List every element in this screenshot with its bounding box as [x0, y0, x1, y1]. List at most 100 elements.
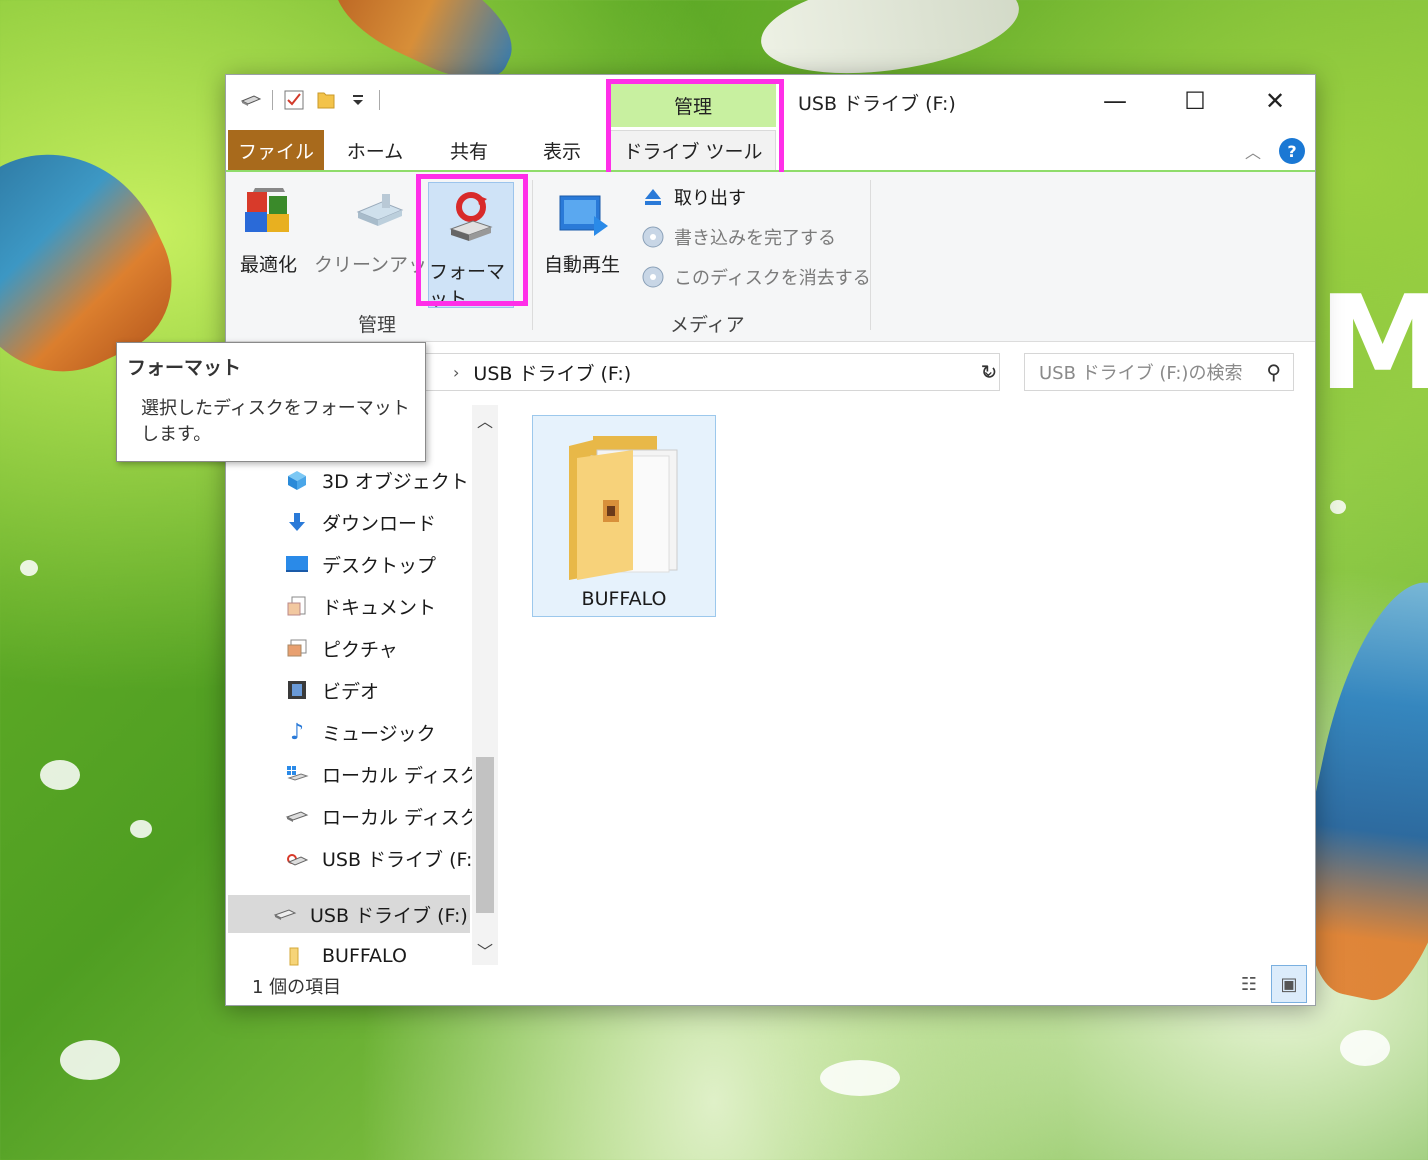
nav-label: ピクチャ [322, 638, 398, 661]
water-splash-decoration [60, 1040, 120, 1080]
water-splash-decoration [1330, 500, 1346, 514]
explorer-window: 管理 USB ドライブ (F:) — ☐ ✕ ファイル ホーム 共有 表示 ドラ… [225, 74, 1316, 1006]
folder-icon [569, 436, 685, 580]
desktop-icon [284, 551, 310, 577]
new-folder-icon[interactable] [315, 89, 337, 111]
status-item-count: 1 個の項目 [252, 977, 342, 998]
nav-scrollbar[interactable]: ︿ ﹀ [472, 405, 498, 965]
autoplay-icon [554, 182, 610, 242]
nav-item-local-disk-c[interactable]: ローカル ディスク (C [284, 755, 474, 793]
highlight-format [416, 174, 528, 306]
close-button[interactable]: ✕ [1235, 75, 1315, 127]
search-input[interactable]: USB ドライブ (F:)の検索 ⚲ [1024, 353, 1294, 391]
eject-label: 取り出す [674, 188, 746, 209]
video-icon [284, 677, 310, 703]
download-arrow-icon [284, 509, 310, 535]
cleanup-icon [352, 182, 408, 242]
nav-item-usb-drive-selected[interactable]: USB ドライブ (F:) [228, 895, 470, 933]
ribbon-group-separator [532, 180, 533, 330]
ribbon-group-separator [870, 180, 871, 330]
properties-check-icon[interactable] [283, 89, 305, 111]
optimize-button[interactable]: 最適化 [240, 182, 297, 277]
tab-share[interactable]: 共有 [426, 130, 512, 170]
maximize-button[interactable]: ☐ [1155, 75, 1235, 127]
optimize-icon [241, 182, 297, 242]
customize-dropdown-icon[interactable] [347, 89, 369, 111]
nav-label: USB ドライブ (F:) [310, 904, 468, 927]
document-icon [284, 593, 310, 619]
nav-label: ミュージック [322, 722, 436, 745]
nav-label: デスクトップ [322, 554, 437, 577]
nav-label: ダウンロード [322, 512, 437, 535]
nav-item-videos[interactable]: ビデオ [284, 671, 474, 709]
tab-file[interactable]: ファイル [228, 130, 324, 170]
erase-disc-button[interactable]: このディスクを消去する [640, 264, 871, 290]
highlight-drive-tools [606, 79, 784, 181]
nav-item-usb-drive[interactable]: USB ドライブ (F:) [284, 839, 474, 877]
view-switcher: ☷ ▣ [1231, 965, 1307, 1003]
music-note-icon: ♪ [289, 719, 305, 745]
windows-drive-icon [284, 761, 310, 787]
folder-name: BUFFALO [581, 588, 667, 610]
folder-item-buffalo[interactable]: BUFFALO [532, 415, 716, 617]
drive-icon [284, 803, 310, 829]
scrollbar-thumb[interactable] [476, 757, 494, 913]
nav-item-downloads[interactable]: ダウンロード [284, 503, 474, 541]
scroll-up-chevron-icon[interactable]: ︿ [472, 405, 498, 435]
nav-item-pictures[interactable]: ピクチャ [284, 629, 474, 667]
cube-icon [284, 467, 310, 493]
collapse-ribbon-chevron-icon[interactable]: ︿ [1245, 139, 1261, 163]
toolbar-separator [379, 90, 380, 110]
autoplay-button[interactable]: 自動再生 [544, 182, 620, 277]
large-icons-view-icon[interactable]: ▣ [1271, 965, 1307, 1003]
tab-home[interactable]: ホーム [330, 130, 420, 170]
finish-burning-label: 書き込みを完了する [674, 228, 836, 249]
search-icon[interactable]: ⚲ [1266, 360, 1281, 384]
drive-icon[interactable] [240, 89, 262, 111]
navigation-pane: 3D オブジェクト ダウンロード デスクトップ ドキュメント ピクチャ ビデオ … [226, 405, 498, 967]
tooltip-body: 選択したディスクをフォーマットします。 [141, 398, 410, 446]
group-label-media: メディア [670, 314, 745, 336]
water-splash-decoration [20, 560, 38, 576]
tab-view[interactable]: 表示 [518, 130, 606, 170]
water-splash-decoration [1340, 1030, 1390, 1066]
eject-button[interactable]: 取り出す [640, 184, 746, 210]
minimize-button[interactable]: — [1075, 75, 1155, 127]
quick-access-toolbar [240, 89, 380, 111]
nav-label: ローカル ディスク (D [322, 806, 474, 829]
ribbon-right-controls: ︿ ? [1245, 138, 1305, 164]
nav-item-3d-objects[interactable]: 3D オブジェクト [284, 461, 474, 499]
breadcrumb-path[interactable]: USB ドライブ (F:) [473, 359, 631, 386]
window-title: USB ドライブ (F:) [798, 93, 956, 115]
nav-item-buffalo[interactable]: BUFFALO [284, 937, 474, 975]
autoplay-label: 自動再生 [544, 254, 621, 276]
nav-label: USB ドライブ (F:) [322, 848, 474, 871]
burn-disc-icon [640, 224, 666, 250]
details-view-icon[interactable]: ☷ [1231, 965, 1267, 1003]
erase-disc-label: このディスクを消去する [674, 268, 871, 289]
format-tooltip: フォーマット 選択したディスクをフォーマットします。 [116, 342, 426, 462]
nav-label: BUFFALO [322, 945, 407, 967]
ribbon-panel: 最適化 クリーンアップ フォーマット 管理 自動再生 取り出す 書き込みを完了す… [226, 172, 1315, 342]
nav-item-desktop[interactable]: デスクトップ [284, 545, 474, 583]
nav-item-documents[interactable]: ドキュメント [284, 587, 474, 625]
breadcrumb-chevron-icon[interactable]: › [453, 363, 459, 382]
nav-label: ローカル ディスク (C [322, 764, 474, 787]
nav-item-local-disk-d[interactable]: ローカル ディスク (D [284, 797, 474, 835]
eject-icon [640, 184, 666, 210]
nav-label: ビデオ [322, 680, 380, 703]
help-icon[interactable]: ? [1279, 138, 1305, 164]
group-label-manage: 管理 [358, 314, 397, 336]
water-splash-decoration [40, 760, 80, 790]
erase-disc-icon [640, 264, 666, 290]
scroll-down-chevron-icon[interactable]: ﹀ [472, 935, 498, 965]
nav-item-music[interactable]: ♪ ミュージック [284, 713, 474, 751]
refresh-icon[interactable]: ↻ [974, 353, 1004, 391]
water-splash-decoration [130, 820, 152, 838]
pictures-icon [284, 635, 310, 661]
address-bar[interactable]: › USB ドライブ (F:) ⌄ [418, 353, 1000, 391]
finish-burning-button[interactable]: 書き込みを完了する [640, 224, 836, 250]
water-splash-decoration [820, 1060, 900, 1096]
background-letter-decoration: M [1318, 267, 1428, 419]
tooltip-title: フォーマット [127, 357, 242, 379]
